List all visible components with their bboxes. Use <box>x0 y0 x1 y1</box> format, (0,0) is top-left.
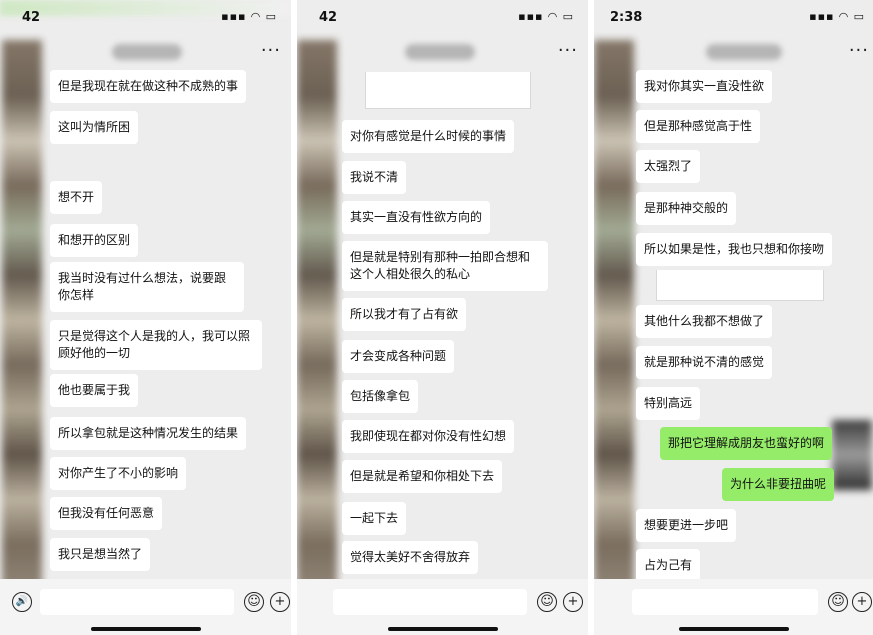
home-indicator <box>387 627 498 631</box>
message-bubble: 对你有感觉是什么时候的事情 <box>342 120 515 153</box>
message-bubble: 所以拿包就是这种情况发生的结果 <box>50 417 247 450</box>
emoji-icon[interactable]: ☺ <box>244 592 264 612</box>
message-bubble: 太强烈了 <box>636 150 701 183</box>
avatar-strip-blurred <box>297 40 337 600</box>
status-bar: 42 ▪▪▪ ◠ ▭ <box>0 10 291 30</box>
message-input[interactable] <box>333 589 527 615</box>
message-bubble: 但是就是特别有那种一拍即合想和这个人相处很久的私心 <box>342 241 548 291</box>
input-bar: ☺ + <box>594 579 873 635</box>
message-bubble: 我对你其实一直没性欲 <box>636 70 773 103</box>
message-bubble: 所以我才有了占有欲 <box>342 298 467 331</box>
more-icon[interactable]: ··· <box>558 40 578 61</box>
signal-wifi-battery-icon: ▪▪▪ ◠ ▭ <box>518 10 574 23</box>
more-icon[interactable]: ··· <box>849 40 869 61</box>
message-bubble: 对你产生了不小的影响 <box>50 457 187 490</box>
home-indicator <box>678 627 789 631</box>
message-bubble: 觉得太美好不舍得放弃 <box>342 541 479 574</box>
emoji-icon[interactable]: ☺ <box>828 592 848 612</box>
message-input[interactable] <box>40 589 234 615</box>
message-bubble: 我说不清 <box>342 161 407 194</box>
chat-screenshot-2: 42 ▪▪▪ ◠ ▭ ··· 对你有感觉是什么时候的事情 我说不清 其实一直没有… <box>297 0 588 635</box>
message-bubble: 这叫为情所困 <box>50 111 139 144</box>
input-bar: 🔊 ☺ + <box>0 579 291 635</box>
input-bar: ☺ + <box>297 579 588 635</box>
message-bubble: 想要更进一步吧 <box>636 509 737 542</box>
status-bar: 42 ▪▪▪ ◠ ▭ <box>297 10 588 30</box>
more-icon[interactable]: ··· <box>261 40 281 61</box>
avatar-strip-blurred <box>594 40 634 600</box>
message-bubble: 他也要属于我 <box>50 374 139 407</box>
chat-header: ··· <box>297 36 588 70</box>
message-bubble: 特别高远 <box>636 387 701 420</box>
message-bubble: 想不开 <box>50 181 103 214</box>
my-message-bubble: 为什么非要扭曲呢 <box>722 468 835 501</box>
plus-icon[interactable]: + <box>852 592 872 612</box>
plus-icon[interactable]: + <box>563 592 583 612</box>
signal-wifi-battery-icon: ▪▪▪ ◠ ▭ <box>809 10 865 23</box>
message-bubble: 才会变成各种问题 <box>342 340 455 373</box>
message-bubble: 我只是想当然了 <box>50 538 151 571</box>
message-bubble: 但是那种感觉高于性 <box>636 110 761 143</box>
message-bubble: 其他什么我都不想做了 <box>636 305 773 338</box>
message-bubble: 但我没有任何恶意 <box>50 497 163 530</box>
status-time: 42 <box>22 10 41 25</box>
message-bubble: 包括像拿包 <box>342 380 419 413</box>
self-avatar-blurred <box>832 420 872 490</box>
status-time: 2:38 <box>610 10 643 25</box>
chat-header: ··· <box>594 36 873 70</box>
signal-wifi-battery-icon: ▪▪▪ ◠ ▭ <box>221 10 277 23</box>
message-bubble: 但是就是希望和你相处下去 <box>342 460 503 493</box>
chat-screenshot-1: 42 ▪▪▪ ◠ ▭ ··· 但是我现在就在做这种不成熟的事 这叫为情所困 想不… <box>0 0 291 635</box>
message-bubble: 一起下去 <box>342 502 407 535</box>
redacted-box <box>365 72 531 109</box>
message-bubble: 是那种神交般的 <box>636 192 737 225</box>
emoji-icon[interactable]: ☺ <box>537 592 557 612</box>
voice-icon[interactable]: 🔊 <box>12 592 32 612</box>
message-bubble: 我当时没有过什么想法，说要跟你怎样 <box>50 262 244 312</box>
message-bubble: 只是觉得这个人是我的人，我可以照顾好他的一切 <box>50 320 262 370</box>
my-message-bubble: 那把它理解成朋友也蛮好的啊 <box>660 427 833 460</box>
message-bubble: 所以如果是性，我也只想和你接吻 <box>636 233 833 266</box>
chat-header: ··· <box>0 36 291 70</box>
status-bar: 2:38 ▪▪▪ ◠ ▭ <box>594 10 873 30</box>
chat-screenshot-3: 2:38 ▪▪▪ ◠ ▭ ··· 我对你其实一直没性欲 但是那种感觉高于性 太强… <box>594 0 873 635</box>
message-bubble: 占为己有 <box>636 549 701 582</box>
message-bubble: 其实一直没有性欲方向的 <box>342 201 491 234</box>
redacted-box <box>656 270 824 301</box>
contact-name-blurred <box>706 44 782 60</box>
avatar-strip-blurred <box>2 40 42 600</box>
contact-name-blurred <box>405 44 475 60</box>
message-bubble: 我即使现在都对你没有性幻想 <box>342 420 515 453</box>
message-bubble: 但是我现在就在做这种不成熟的事 <box>50 70 247 103</box>
message-bubble: 就是那种说不清的感觉 <box>636 346 773 379</box>
message-input[interactable] <box>632 589 818 615</box>
home-indicator <box>90 627 201 631</box>
plus-icon[interactable]: + <box>270 592 290 612</box>
message-bubble: 和想开的区别 <box>50 224 139 257</box>
status-time: 42 <box>319 10 338 25</box>
contact-name-blurred <box>112 44 182 60</box>
